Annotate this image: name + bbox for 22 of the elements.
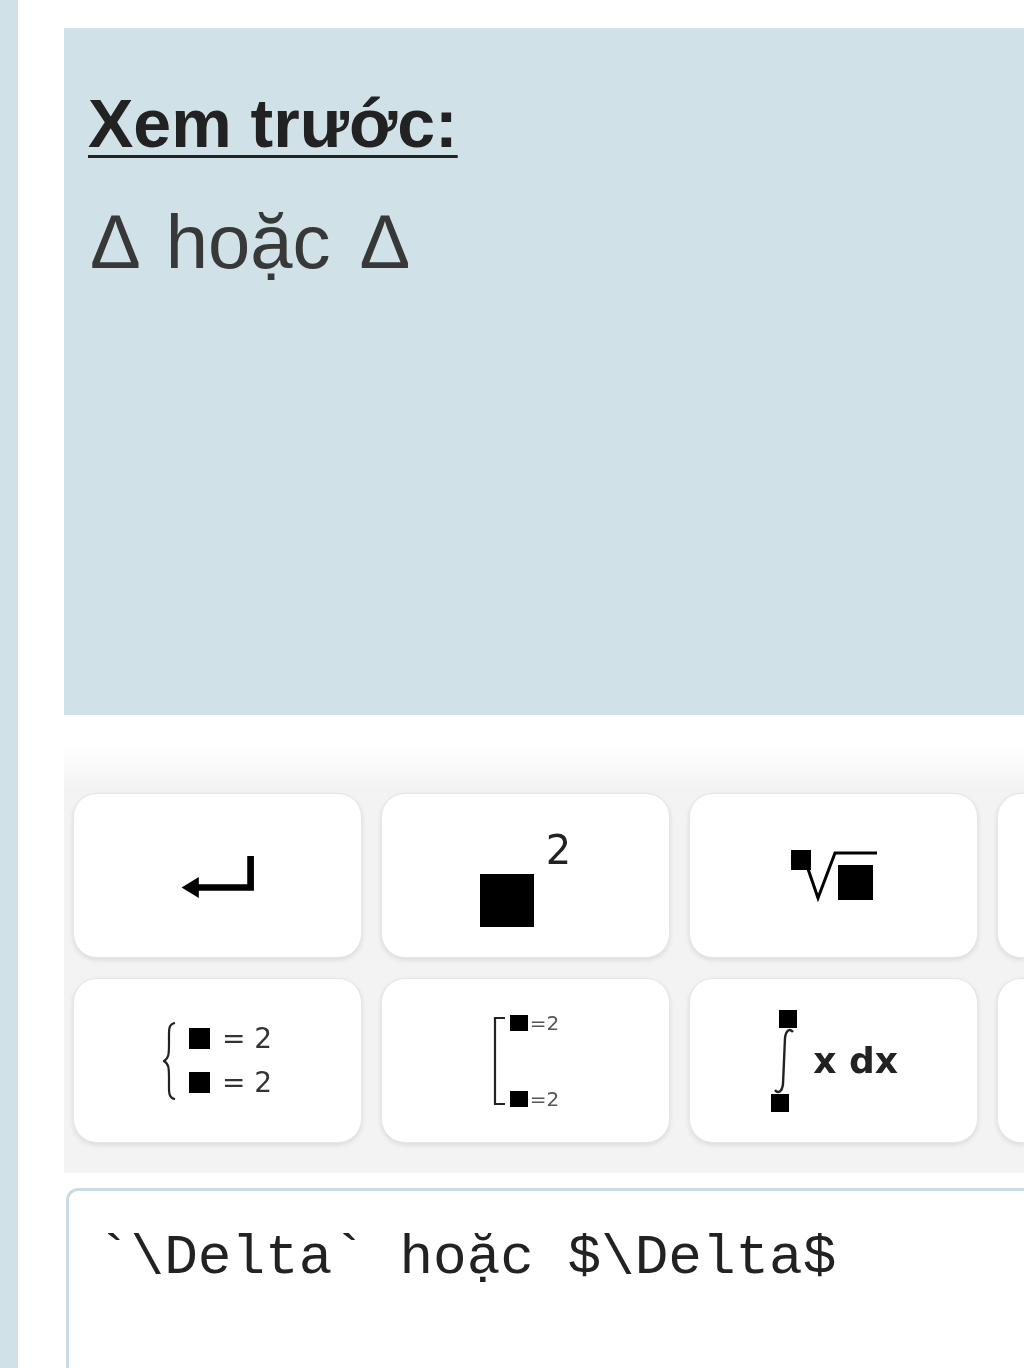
- bracket-button[interactable]: =2 =2: [381, 978, 670, 1143]
- keypad-button[interactable]: [997, 793, 1024, 958]
- bracket-icon: [491, 1015, 506, 1106]
- square-icon: [188, 1072, 210, 1093]
- root-icon: [790, 849, 877, 902]
- integral-icon: [772, 1027, 797, 1094]
- superscript-button[interactable]: 2: [381, 793, 670, 958]
- text-editor-field[interactable]: `\Delta` hoặc $\Delta$: [66, 1188, 1024, 1368]
- square-icon: [509, 1014, 528, 1031]
- preview-heading: Xem trước:: [88, 84, 458, 163]
- square-icon: [509, 1090, 528, 1107]
- square-icon: [188, 1028, 210, 1049]
- brace-icon: [162, 1021, 177, 1100]
- integral-button[interactable]: x dx: [689, 978, 978, 1143]
- enter-button[interactable]: [73, 793, 362, 958]
- keypad-button[interactable]: [997, 978, 1024, 1143]
- square-icon: [479, 874, 534, 927]
- system-button[interactable]: = 2 = 2: [73, 978, 362, 1143]
- square-icon: [779, 1009, 798, 1028]
- root-button[interactable]: [689, 793, 978, 958]
- square-icon: [771, 1093, 790, 1112]
- preview-formula: Δ hoặc Δ: [90, 198, 411, 287]
